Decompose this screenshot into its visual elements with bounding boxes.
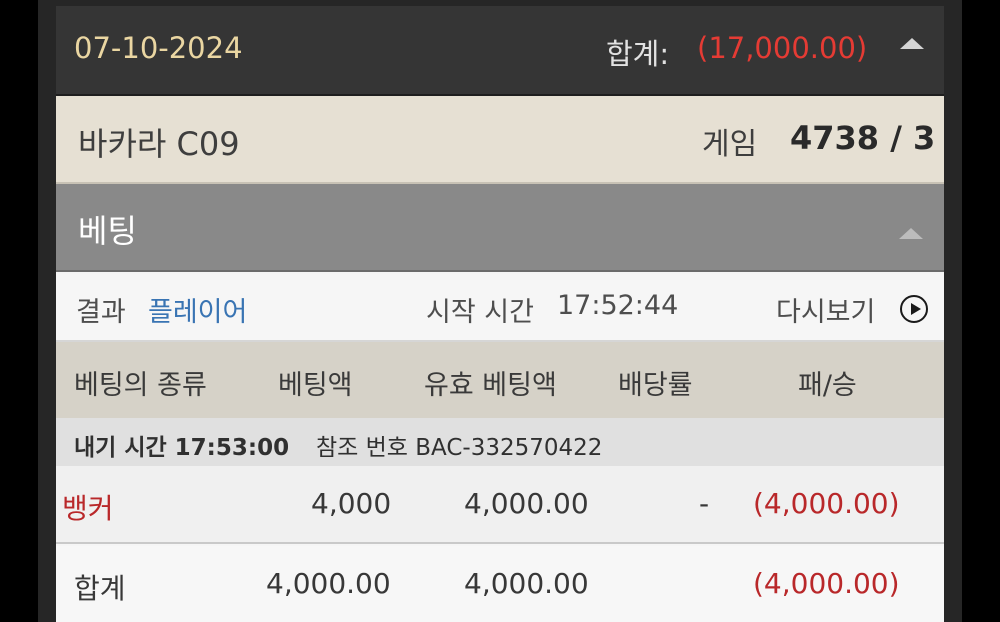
result-row: 결과 플레이어 시작 시간 17:52:44 다시보기 bbox=[56, 274, 944, 342]
totals-valid-amount: 4,000.00 bbox=[464, 567, 589, 600]
game-header: 바카라 C09 게임 4738 / 3 bbox=[56, 96, 944, 184]
bet-time: 내기 시간 17:53:00 bbox=[74, 435, 290, 461]
replay-button[interactable]: 다시보기 bbox=[776, 290, 875, 329]
game-number: 4738 / 3 bbox=[790, 119, 936, 157]
reference-number: 참조 번호 BAC-332570422 bbox=[316, 435, 603, 461]
col-win-loss: 패/승 bbox=[798, 370, 857, 401]
betting-section-header[interactable]: 베팅 bbox=[56, 184, 944, 272]
bet-amount-cell: 4,000 bbox=[311, 487, 392, 520]
totals-amount: 4,000.00 bbox=[266, 567, 391, 600]
betting-title: 베팅 bbox=[78, 212, 137, 250]
game-number-label: 게임 bbox=[702, 127, 758, 162]
play-circle-icon[interactable] bbox=[900, 295, 928, 323]
daily-total-label: 합계: bbox=[606, 37, 670, 71]
valid-amount-cell: 4,000.00 bbox=[464, 487, 589, 520]
table-row: 뱅커 4,000 4,000.00 - (4,000.00) bbox=[56, 466, 944, 544]
totals-row: 합계 4,000.00 4,000.00 (4,000.00) bbox=[56, 546, 944, 622]
collapse-date-icon[interactable] bbox=[900, 38, 924, 49]
date-header[interactable]: 07-10-2024 합계: (17,000.00) bbox=[56, 6, 944, 96]
date-label: 07-10-2024 bbox=[74, 31, 243, 65]
totals-win-loss: (4,000.00) bbox=[753, 567, 900, 600]
result-label: 결과 bbox=[76, 297, 126, 328]
bet-history-panel: 07-10-2024 합계: (17,000.00) 바카라 C09 게임 47… bbox=[56, 6, 944, 622]
col-bet-amount: 베팅액 bbox=[278, 370, 353, 401]
odds-cell: - bbox=[699, 487, 710, 520]
col-valid-amount: 유효 베팅액 bbox=[424, 370, 557, 401]
game-name: 바카라 C09 bbox=[78, 125, 240, 163]
start-time-label: 시작 시간 bbox=[426, 297, 534, 328]
start-time-value: 17:52:44 bbox=[557, 290, 679, 321]
col-bet-type: 베팅의 종류 bbox=[74, 370, 207, 401]
bet-info-row: 내기 시간 17:53:00 참조 번호 BAC-332570422 bbox=[56, 418, 944, 466]
table-header: 베팅의 종류 베팅액 유효 베팅액 배당률 패/승 bbox=[56, 342, 944, 418]
win-loss-cell: (4,000.00) bbox=[753, 487, 900, 520]
col-odds: 배당률 bbox=[618, 370, 693, 401]
bet-type-cell: 뱅커 bbox=[62, 492, 114, 525]
daily-total-value: (17,000.00) bbox=[697, 31, 868, 65]
collapse-betting-icon[interactable] bbox=[899, 228, 923, 239]
totals-label: 합계 bbox=[74, 572, 126, 605]
result-value: 플레이어 bbox=[148, 297, 248, 328]
